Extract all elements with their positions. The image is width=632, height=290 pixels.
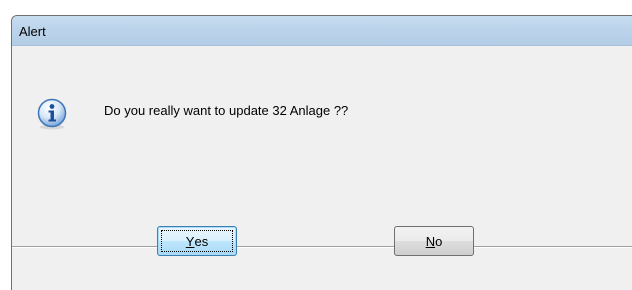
yes-mnemonic: Y	[185, 233, 195, 249]
dialog-body: Do you really want to update 32 Anlage ?…	[12, 46, 632, 290]
button-area-divider	[12, 246, 632, 247]
window-title: Alert	[19, 24, 46, 39]
yes-button[interactable]: Yes	[157, 226, 237, 256]
yes-label-rest: es	[194, 233, 209, 249]
information-icon	[36, 98, 68, 130]
alert-message: Do you really want to update 32 Anlage ?…	[104, 103, 349, 118]
no-mnemonic: N	[425, 233, 436, 249]
alert-dialog: Alert Do you really want to update 32 An…	[11, 15, 632, 290]
title-bar[interactable]: Alert	[12, 16, 632, 46]
no-label-rest: o	[435, 233, 443, 249]
no-button[interactable]: No	[394, 226, 474, 256]
